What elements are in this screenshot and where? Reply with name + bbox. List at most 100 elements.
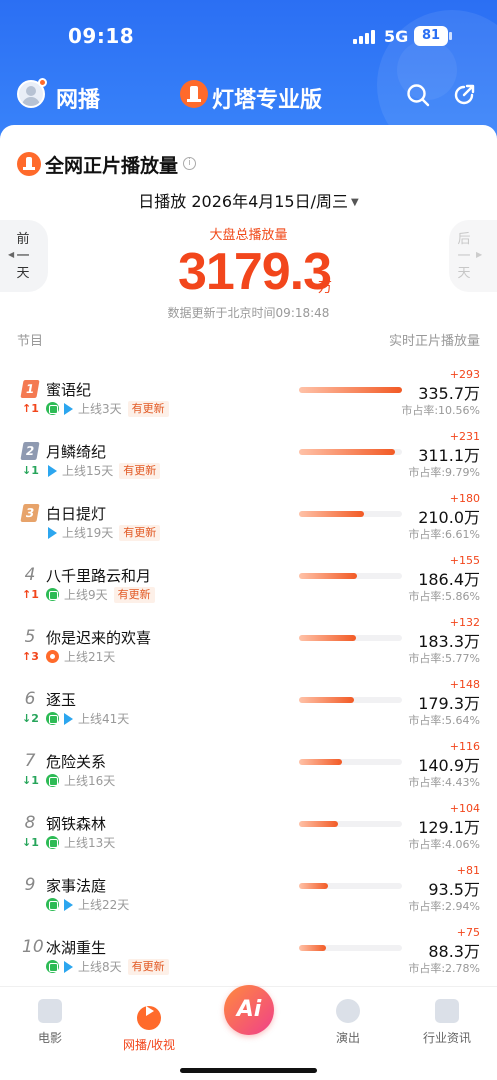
market-share-label: 市占率:	[408, 714, 446, 727]
ranking-row[interactable]: 9 家事法庭 上线22天 +81 93.5万 市占率:2.94%	[0, 864, 497, 928]
status-time: 09:18	[68, 24, 135, 48]
play-bar	[299, 573, 357, 579]
rank-trend: ↑1	[22, 588, 39, 601]
update-tag: 有更新	[119, 462, 161, 479]
status-bar: 09:18 5G 81	[0, 0, 497, 72]
market-share-value: 5.64%	[445, 714, 480, 727]
market-share-label: 市占率:	[408, 962, 446, 975]
current-tab-title[interactable]: 网播	[56, 82, 100, 114]
app-root: 09:18 5G 81 网播 灯塔专业版 全网正片播放量 i 日播放 2026年…	[0, 0, 497, 1080]
microphone-icon	[336, 999, 360, 1023]
total-label: 大盘总播放量	[209, 228, 288, 243]
program-name: 危险关系	[46, 753, 107, 771]
play-bar	[299, 697, 354, 703]
program-name: 八千里路云和月	[46, 567, 152, 585]
lighthouse-icon	[17, 152, 41, 176]
rank-number: 10	[22, 937, 44, 957]
rank-trend: ↓1	[22, 464, 39, 477]
tencent-icon	[64, 898, 73, 911]
tab-ai-button[interactable]: Ai	[224, 985, 274, 1035]
program-name: 你是迟来的欢喜	[46, 629, 152, 647]
rank-number: 5	[24, 627, 36, 647]
market-share-value: 5.77%	[445, 652, 480, 665]
program-meta: 上线15天 有更新	[46, 462, 161, 479]
program-meta: 上线22天	[46, 896, 129, 912]
online-days: 上线41天	[78, 712, 130, 726]
app-bar: 网播 灯塔专业版	[0, 78, 497, 114]
play-bar	[299, 387, 402, 393]
rank-trend: ↓1	[22, 836, 39, 849]
share-icon[interactable]	[452, 83, 476, 107]
market-share-label: 市占率:	[408, 838, 446, 851]
tencent-icon	[64, 402, 73, 415]
tab-show[interactable]: 演出	[308, 999, 388, 1046]
play-icon	[137, 1006, 161, 1030]
play-value: 93.5万	[428, 880, 480, 899]
date-selector[interactable]: 日播放 2026年4月15日/周三 ▼	[0, 188, 497, 212]
tencent-icon	[48, 464, 57, 477]
ranking-row[interactable]: 10 冰湖重生 上线8天 有更新 +75 88.3万 市占率:2.78%	[0, 926, 497, 990]
lighthouse-logo-icon	[180, 80, 208, 108]
tab-movie[interactable]: 电影	[10, 999, 90, 1046]
program-meta: 上线41天	[46, 710, 129, 726]
market-share-label: 市占率:	[408, 590, 446, 603]
tab-news[interactable]: 行业资讯	[407, 999, 487, 1046]
rank-number: 8	[24, 813, 36, 833]
market-share: 市占率:2.94%	[408, 898, 480, 914]
total-unit: 万	[318, 280, 332, 296]
bottom-tab-bar: 电影 网播/收视 Ai 演出 行业资讯	[0, 985, 497, 1080]
ranking-row[interactable]: 5 ↑3 你是迟来的欢喜 上线21天 +132 183.3万 市占率:5.77%	[0, 616, 497, 680]
ranking-row[interactable]: 3 白日提灯 上线19天 有更新 +180 210.0万 市占率:6.61%	[0, 492, 497, 556]
search-icon[interactable]	[406, 83, 430, 107]
market-share: 市占率:5.77%	[408, 650, 480, 666]
program-name: 冰湖重生	[46, 939, 107, 957]
rank-trend: ↑3	[22, 650, 39, 663]
program-meta: 上线3天 有更新	[46, 400, 169, 417]
market-share-label: 市占率:	[401, 404, 439, 417]
online-days: 上线15天	[62, 464, 114, 478]
play-value: 129.1万	[418, 818, 480, 837]
iqiyi-icon	[46, 836, 59, 849]
market-share-value: 9.79%	[445, 466, 480, 479]
ranking-row[interactable]: 4 ↑1 八千里路云和月 上线9天 有更新 +155 186.4万 市占率:5.86%	[0, 554, 497, 618]
right-arrow-icon: ▶	[476, 250, 483, 259]
update-tag: 有更新	[127, 400, 169, 417]
iqiyi-icon	[46, 898, 59, 911]
iqiyi-icon	[46, 774, 59, 787]
play-bar	[299, 883, 328, 889]
tencent-icon	[64, 712, 73, 725]
rank-number: 4	[24, 565, 36, 585]
online-days: 上线19天	[62, 526, 114, 540]
ranking-row[interactable]: 6 ↓2 逐玉 上线41天 +148 179.3万 市占率:5.64%	[0, 678, 497, 742]
news-icon	[435, 999, 459, 1023]
update-time: 数据更新于北京时间09:18:48	[167, 306, 330, 320]
play-bar	[299, 449, 395, 455]
info-icon[interactable]: i	[183, 157, 196, 170]
market-share: 市占率:4.06%	[408, 836, 480, 852]
market-share-label: 市占率:	[408, 528, 446, 541]
tab-web-label: 网播/收视	[122, 1038, 176, 1052]
iqiyi-icon	[46, 588, 59, 601]
online-days: 上线16天	[64, 774, 116, 788]
film-icon	[38, 999, 62, 1023]
brand-title: 灯塔专业版	[212, 88, 323, 113]
online-days: 上线9天	[64, 588, 108, 602]
ranking-row[interactable]: 1 ↑1 蜜语纪 上线3天 有更新 +293 335.7万 市占率:10.56%	[0, 368, 497, 432]
online-days: 上线3天	[78, 402, 122, 416]
rank-number: 7	[24, 751, 36, 771]
ranking-row[interactable]: 2 ↓1 月鳞绮纪 上线15天 有更新 +231 311.1万 市占率:9.79%	[0, 430, 497, 494]
ranking-row[interactable]: 8 ↓1 钢铁森林 上线13天 +104 129.1万 市占率:4.06%	[0, 802, 497, 866]
rank-number: 9	[24, 875, 36, 895]
tab-web[interactable]: 网播/收视	[109, 999, 189, 1053]
program-meta: 上线16天	[46, 772, 115, 788]
market-share-value: 10.56%	[438, 404, 480, 417]
network-type: 5G	[384, 27, 409, 46]
play-value: 335.7万	[418, 384, 480, 403]
program-meta: 上线21天	[46, 648, 115, 664]
market-share-value: 2.94%	[445, 900, 480, 913]
section-title: 全网正片播放量	[45, 155, 179, 177]
update-tag: 有更新	[119, 524, 161, 541]
rank-number: 3	[20, 504, 40, 522]
ranking-row[interactable]: 7 ↓1 危险关系 上线16天 +116 140.9万 市占率:4.43%	[0, 740, 497, 804]
rank-trend: ↓1	[22, 774, 39, 787]
